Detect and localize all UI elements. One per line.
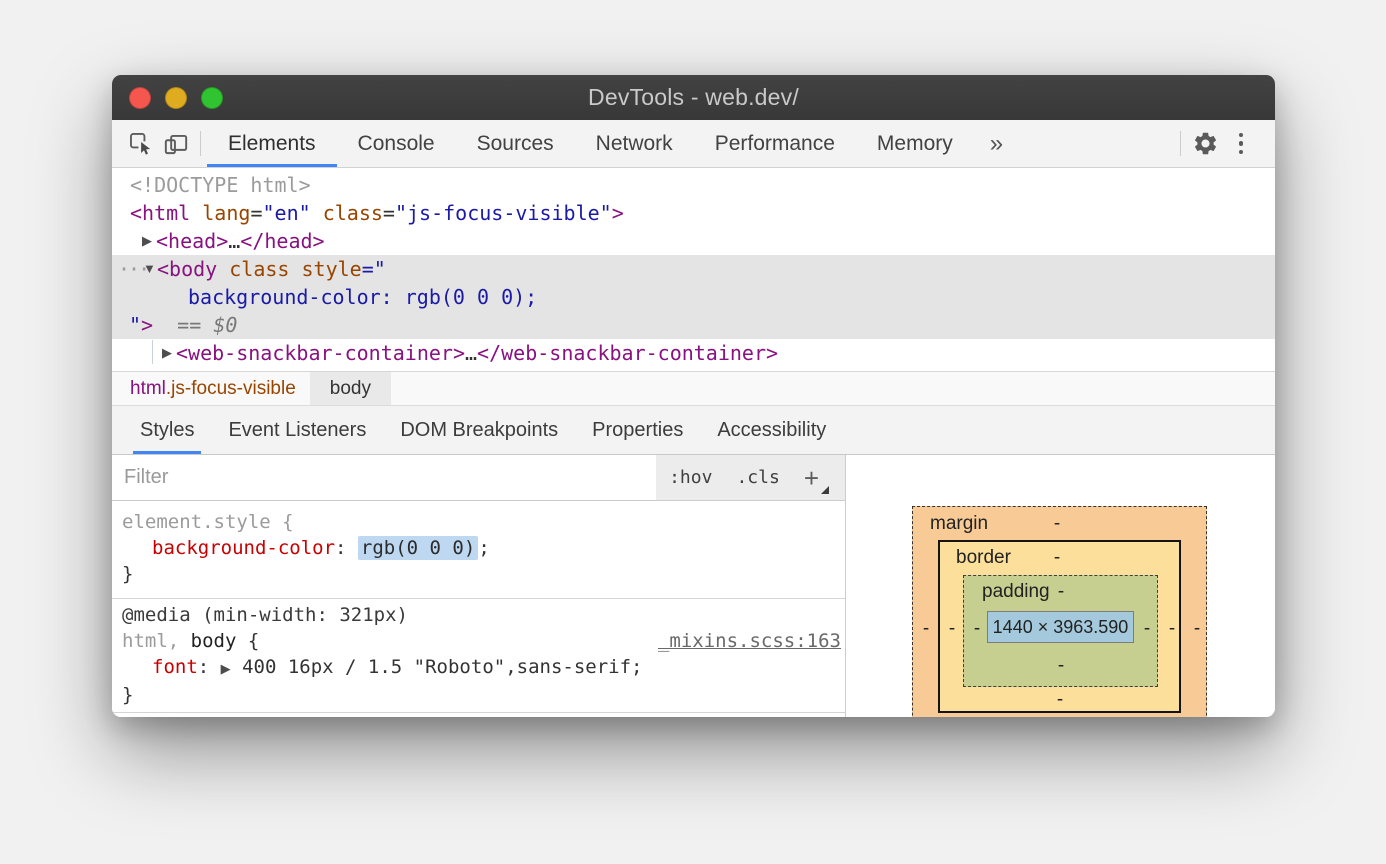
traffic-lights (129, 75, 223, 120)
styles-filter-input[interactable] (112, 455, 656, 500)
border-label: border (956, 547, 1011, 569)
padding-left-value[interactable]: - (971, 618, 983, 640)
class-toggle[interactable]: .cls (736, 467, 779, 488)
rule-selector[interactable]: element.style { (112, 509, 845, 535)
window-title: DevTools - web.dev/ (588, 84, 799, 111)
dom-row-body-open[interactable]: ···▼<body class style=" (112, 255, 1275, 283)
titlebar: DevTools - web.dev/ (112, 75, 1275, 120)
dom-row-web-snackbar[interactable]: ▶<web-snackbar-container>…</web-snackbar… (112, 339, 1275, 367)
tab-performance[interactable]: Performance (694, 120, 856, 167)
box-model-pane: 1440 × 3963.590 margin border padding - … (846, 455, 1275, 717)
rule-media-341: @media (min-width: 341px) (112, 713, 845, 717)
margin-label: margin (930, 513, 988, 535)
css-declaration[interactable]: background-color: rgb(0 0 0); (112, 535, 845, 561)
overflow-dots-badge[interactable]: ··· (118, 255, 148, 283)
tab-properties[interactable]: Properties (575, 406, 700, 454)
css-rules-list: element.style { background-color: rgb(0 … (112, 501, 845, 717)
padding-top-value[interactable]: - (1055, 581, 1067, 603)
toolbar-divider-right (1180, 131, 1181, 156)
rule-close-brace: } (112, 682, 845, 708)
minimize-window-button[interactable] (165, 87, 187, 109)
border-top-value[interactable]: - (1051, 547, 1063, 569)
tab-sources[interactable]: Sources (456, 120, 575, 167)
margin-right-value[interactable]: - (1191, 618, 1203, 640)
rule-close-brace: } (112, 561, 845, 587)
main-toolbar: Elements Console Sources Network Perform… (112, 120, 1275, 168)
device-toolbar-icon[interactable] (158, 120, 194, 167)
breadcrumb-body[interactable]: body (310, 372, 391, 405)
more-tabs-icon[interactable]: » (974, 120, 1019, 167)
tab-styles[interactable]: Styles (123, 406, 211, 454)
padding-bottom-value[interactable]: - (1055, 655, 1067, 677)
inspect-element-icon[interactable] (122, 120, 158, 167)
more-options-kebab-icon[interactable] (1223, 120, 1259, 167)
media-query: @media (min-width: 341px) (112, 715, 845, 717)
zoom-window-button[interactable] (201, 87, 223, 109)
settings-gear-icon[interactable] (1187, 120, 1223, 167)
tab-console[interactable]: Console (337, 120, 456, 167)
pseudo-state-toggle[interactable]: :hov (669, 467, 712, 488)
box-model-diagram: 1440 × 3963.590 margin border padding - … (912, 506, 1207, 717)
selected-body-node[interactable]: ···▼<body class style=" background-color… (112, 255, 1275, 339)
new-style-rule-button[interactable]: + (804, 465, 825, 491)
sidebar-tabs: Styles Event Listeners DOM Breakpoints P… (112, 405, 1275, 455)
css-declaration[interactable]: font: ▶ 400 16px / 1.5 "Roboto",sans-ser… (112, 654, 845, 682)
breadcrumb-html[interactable]: html.js-focus-visible (124, 372, 302, 405)
margin-left-value[interactable]: - (920, 618, 932, 640)
box-model-content[interactable]: 1440 × 3963.590 (987, 611, 1134, 643)
devtools-window: DevTools - web.dev/ Elements Console Sou… (112, 75, 1275, 717)
dom-tree: <!DOCTYPE html> <html lang="en" class="j… (112, 168, 1275, 371)
tab-network[interactable]: Network (575, 120, 694, 167)
breadcrumb: html.js-focus-visible body (112, 371, 1275, 405)
tab-elements[interactable]: Elements (207, 120, 337, 167)
expand-arrow-icon[interactable]: ▶ (142, 227, 156, 255)
tab-accessibility[interactable]: Accessibility (700, 406, 843, 454)
styles-pane: :hov .cls + element.style { background-c… (112, 455, 846, 717)
border-left-value[interactable]: - (946, 618, 958, 640)
close-window-button[interactable] (129, 87, 151, 109)
padding-label: padding (982, 581, 1050, 603)
media-query: @media (min-width: 321px) (112, 602, 845, 628)
dom-row-doctype[interactable]: <!DOCTYPE html> (112, 171, 1275, 199)
rule-selector[interactable]: html, body {_mixins.scss:163 (112, 628, 845, 654)
toolbar-divider (200, 131, 201, 156)
border-bottom-value[interactable]: - (1054, 689, 1066, 711)
tab-memory[interactable]: Memory (856, 120, 974, 167)
tab-dom-breakpoints[interactable]: DOM Breakpoints (383, 406, 575, 454)
dom-row-html[interactable]: <html lang="en" class="js-focus-visible"… (112, 199, 1275, 227)
dom-row-body-close[interactable]: "> == $0 (112, 311, 1275, 339)
rule-element-style: element.style { background-color: rgb(0 … (112, 501, 845, 599)
expand-arrow-icon[interactable]: ▶ (162, 339, 176, 367)
padding-right-value[interactable]: - (1141, 618, 1153, 640)
styles-filter-bar: :hov .cls + (112, 455, 845, 501)
border-right-value[interactable]: - (1166, 618, 1178, 640)
tab-event-listeners[interactable]: Event Listeners (211, 406, 383, 454)
stylesheet-source-link[interactable]: _mixins.scss:163 (658, 628, 841, 654)
rule-media-321: @media (min-width: 321px) html, body {_m… (112, 599, 845, 713)
dom-row-body-style[interactable]: background-color: rgb(0 0 0); (112, 283, 1275, 311)
dom-row-head[interactable]: ▶<head>…</head> (112, 227, 1275, 255)
margin-top-value[interactable]: - (1051, 513, 1063, 535)
